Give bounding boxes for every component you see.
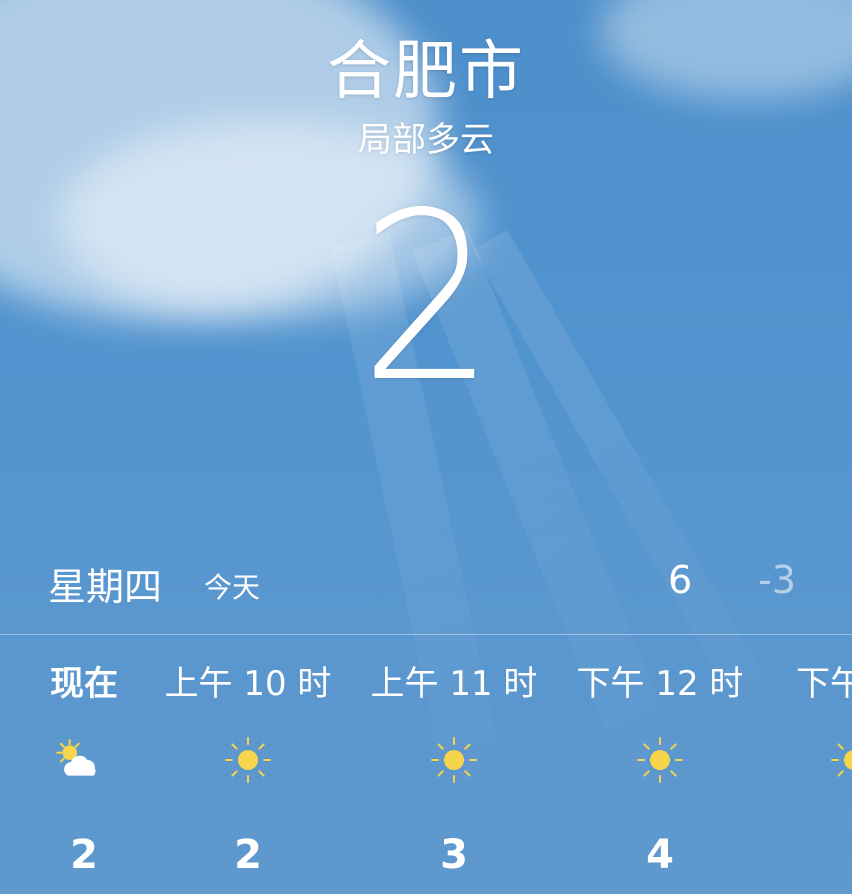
today-summary-row: 星期四 今天 6 -3 <box>0 552 852 612</box>
sun-icon <box>431 737 477 783</box>
weather-condition: 局部多云 <box>358 120 494 160</box>
current-temperature-value: 2 <box>359 163 496 433</box>
hour-label: 下午 <box>796 664 852 704</box>
hour-label: 上午 10 时 <box>164 664 332 704</box>
hourly-forecast-strip[interactable]: 现在 2 上午 10 时 2 上午 11 时 3 下午 12 时 4 下午 <box>0 636 852 894</box>
city-name: 合肥市 <box>327 35 525 109</box>
hourly-item-11am: 上午 11 时 3 <box>354 636 554 894</box>
weekday-label: 星期四 <box>48 565 163 609</box>
hour-temperature: 4 <box>646 832 674 878</box>
current-temperature: 2 <box>0 182 852 414</box>
sun-icon <box>225 737 271 783</box>
sun-icon <box>637 737 683 783</box>
hourly-item-10am: 上午 10 时 2 <box>148 636 348 894</box>
high-temperature: 6 <box>668 558 693 602</box>
hour-label: 下午 12 时 <box>576 664 744 704</box>
divider <box>0 634 852 635</box>
low-temperature: -3 <box>758 558 796 602</box>
hour-temperature: 2 <box>234 832 262 878</box>
hourly-item-12pm: 下午 12 时 4 <box>560 636 760 894</box>
today-label: 今天 <box>204 571 261 604</box>
sun-icon <box>831 743 852 777</box>
partly-cloudy-day-icon <box>56 739 96 776</box>
hour-temperature: 3 <box>440 832 468 878</box>
hourly-item-partial: 下午 <box>736 636 852 894</box>
hour-label: 上午 11 时 <box>370 664 538 704</box>
